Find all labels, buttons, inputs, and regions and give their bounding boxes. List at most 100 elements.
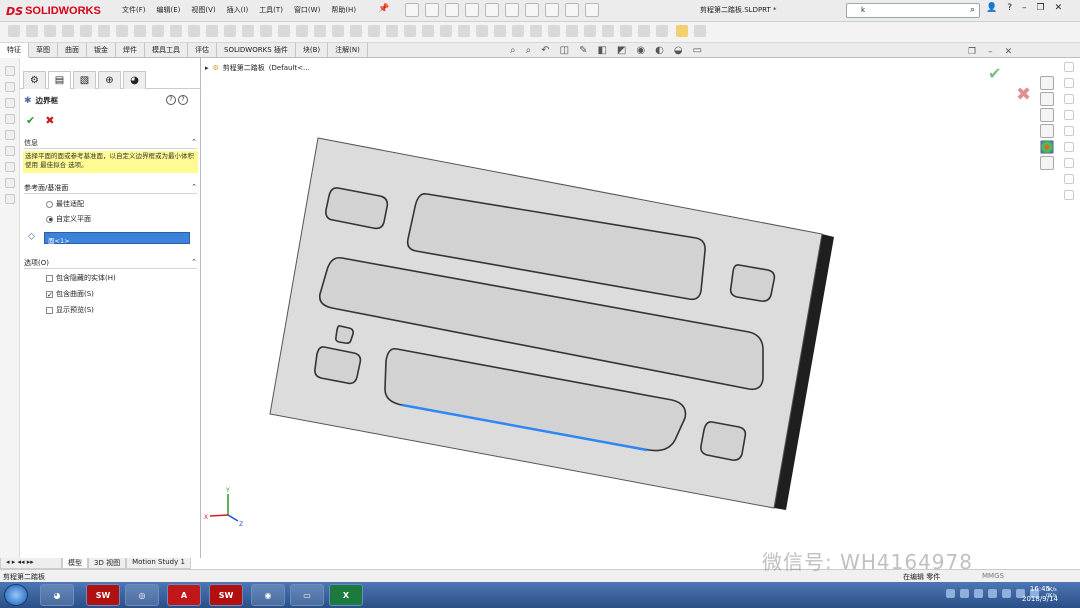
select-icon[interactable] bbox=[525, 3, 539, 17]
minimize-viewport-icon[interactable]: – bbox=[988, 47, 993, 57]
checkbox-show-preview[interactable]: 显示预览(S) bbox=[46, 305, 94, 315]
tab-surfaces[interactable]: 曲面 bbox=[58, 43, 87, 58]
strip-icon[interactable] bbox=[1064, 126, 1074, 136]
tab-model[interactable]: 模型 bbox=[62, 558, 88, 569]
toolbar-icon[interactable] bbox=[242, 25, 254, 37]
tab-motion-study[interactable]: Motion Study 1 bbox=[126, 558, 191, 569]
detailed-help-icon[interactable]: ? bbox=[178, 95, 188, 105]
help-icon[interactable]: ? bbox=[1007, 3, 1012, 13]
strip-icon[interactable] bbox=[1064, 94, 1074, 104]
options-gear-icon[interactable] bbox=[585, 3, 599, 17]
strip-icon[interactable] bbox=[1064, 142, 1074, 152]
cancel-button[interactable]: ✖ bbox=[45, 114, 54, 127]
search-icon[interactable]: ⌕ bbox=[970, 5, 975, 15]
display-style-icon[interactable]: ◩ bbox=[617, 45, 626, 56]
file-props-icon[interactable] bbox=[565, 3, 579, 17]
toolbar-icon[interactable] bbox=[476, 25, 488, 37]
status-units[interactable]: MMGS bbox=[982, 572, 1004, 580]
user-icon[interactable]: 👤 bbox=[986, 3, 997, 13]
previous-view-icon[interactable]: ↶ bbox=[541, 45, 549, 56]
toolbar-icon[interactable] bbox=[44, 25, 56, 37]
toolbar-icon[interactable] bbox=[152, 25, 164, 37]
dim-xpert-tab-icon[interactable]: ⊕ bbox=[98, 71, 121, 89]
strip-icon[interactable] bbox=[5, 66, 15, 76]
toolbar-icon[interactable] bbox=[26, 25, 38, 37]
restore-icon[interactable]: ❐ bbox=[1037, 3, 1045, 13]
solidworks-logo[interactable]: DS SOLIDWORKS bbox=[6, 3, 101, 19]
tab-sketch[interactable]: 草图 bbox=[29, 43, 58, 58]
tab-addins[interactable]: SOLIDWORKS 插件 bbox=[217, 43, 296, 58]
toolbar-icon[interactable] bbox=[602, 25, 614, 37]
radio-circle[interactable] bbox=[46, 215, 53, 223]
toolbar-icon[interactable] bbox=[170, 25, 182, 37]
print-icon[interactable] bbox=[485, 3, 499, 17]
confirm-corner-ok-icon[interactable]: ✔ bbox=[988, 64, 1001, 83]
tab-mold-tools[interactable]: 模具工具 bbox=[145, 43, 188, 58]
ok-button[interactable]: ✔ bbox=[26, 114, 35, 127]
toolbar-icon[interactable] bbox=[332, 25, 344, 37]
graphics-viewport[interactable]: Y X Z bbox=[202, 58, 1080, 558]
toolbar-icon[interactable] bbox=[512, 25, 524, 37]
toolbar-icon[interactable] bbox=[314, 25, 326, 37]
toolbar-icon[interactable] bbox=[116, 25, 128, 37]
tab-annotations[interactable]: 注解(N) bbox=[328, 43, 368, 58]
view-orientation-icon[interactable]: ◧ bbox=[597, 45, 606, 56]
radio-circle[interactable] bbox=[46, 200, 53, 208]
strip-icon[interactable] bbox=[5, 194, 15, 204]
toolbar-icon[interactable] bbox=[278, 25, 290, 37]
save-icon[interactable] bbox=[465, 3, 479, 17]
toolbar-icon[interactable] bbox=[566, 25, 578, 37]
confirm-corner-cancel-icon[interactable]: ✖ bbox=[1016, 84, 1031, 105]
toolbar-icon[interactable] bbox=[530, 25, 542, 37]
rebuild-icon[interactable] bbox=[545, 3, 559, 17]
toolbar-icon[interactable] bbox=[350, 25, 362, 37]
tiny-pocket[interactable] bbox=[335, 325, 354, 344]
menu-file[interactable]: 文件(F) bbox=[122, 5, 146, 15]
tab-3d-views[interactable]: 3D 视图 bbox=[88, 558, 127, 569]
tab-evaluate[interactable]: 评估 bbox=[188, 43, 217, 58]
toolbar-icon[interactable] bbox=[656, 25, 668, 37]
menu-tools[interactable]: 工具(T) bbox=[259, 5, 283, 15]
toolbar-icon[interactable] bbox=[188, 25, 200, 37]
part-model[interactable]: Y X Z bbox=[202, 58, 1080, 558]
close-icon[interactable]: ✕ bbox=[1055, 3, 1063, 13]
tab-sheet-metal[interactable]: 钣金 bbox=[87, 43, 116, 58]
feature-tree-flyout[interactable]: ▸ ⚙ 剪程第二踏板 (Default<... bbox=[205, 63, 310, 73]
checkbox-box[interactable] bbox=[46, 274, 53, 282]
checkbox-box[interactable] bbox=[46, 306, 53, 314]
toolbar-icon[interactable] bbox=[620, 25, 632, 37]
toolbar-icon[interactable] bbox=[386, 25, 398, 37]
toolbar-icon[interactable] bbox=[296, 25, 308, 37]
undo-icon[interactable] bbox=[505, 3, 519, 17]
strip-icon[interactable] bbox=[5, 178, 15, 188]
toolbar-icon[interactable] bbox=[694, 25, 706, 37]
taskbar-explorer-icon[interactable]: ▭ bbox=[290, 584, 324, 606]
strip-icon[interactable] bbox=[1064, 110, 1074, 120]
taskbar-autocad-icon[interactable]: A bbox=[167, 584, 201, 606]
tray-icon[interactable] bbox=[1002, 589, 1011, 598]
open-icon[interactable] bbox=[445, 3, 459, 17]
strip-icon[interactable] bbox=[1064, 158, 1074, 168]
scene-icon[interactable]: ◒ bbox=[674, 45, 683, 56]
collapse-icon[interactable]: ⌃ bbox=[191, 138, 197, 148]
file-explorer-icon[interactable] bbox=[1040, 108, 1054, 122]
menu-window[interactable]: 窗口(W) bbox=[294, 5, 320, 15]
strip-icon[interactable] bbox=[5, 82, 15, 92]
strip-icon[interactable] bbox=[5, 98, 15, 108]
appearances-icon[interactable] bbox=[1040, 140, 1054, 154]
toolbar-icon[interactable] bbox=[422, 25, 434, 37]
menu-edit[interactable]: 编辑(E) bbox=[157, 5, 181, 15]
section-options-header[interactable]: 选项(O) ⌃ bbox=[24, 258, 197, 269]
face-selection-field[interactable]: 面<1> bbox=[44, 232, 190, 245]
toolbar-icon[interactable] bbox=[548, 25, 560, 37]
strip-icon[interactable] bbox=[1064, 62, 1074, 72]
strip-icon[interactable] bbox=[5, 114, 15, 124]
strip-icon[interactable] bbox=[1064, 78, 1074, 88]
custom-properties-icon[interactable] bbox=[1040, 156, 1054, 170]
zoom-area-icon[interactable]: ⌕ bbox=[526, 45, 532, 56]
toolbar-icon[interactable] bbox=[638, 25, 650, 37]
checkbox-include-hidden[interactable]: 包含隐藏的实体(H) bbox=[46, 273, 116, 283]
menu-help[interactable]: 帮助(H) bbox=[331, 5, 356, 15]
view-settings-icon[interactable]: ▭ bbox=[693, 45, 702, 56]
checkbox-include-surfaces[interactable]: ✓ 包含曲面(S) bbox=[46, 289, 94, 299]
